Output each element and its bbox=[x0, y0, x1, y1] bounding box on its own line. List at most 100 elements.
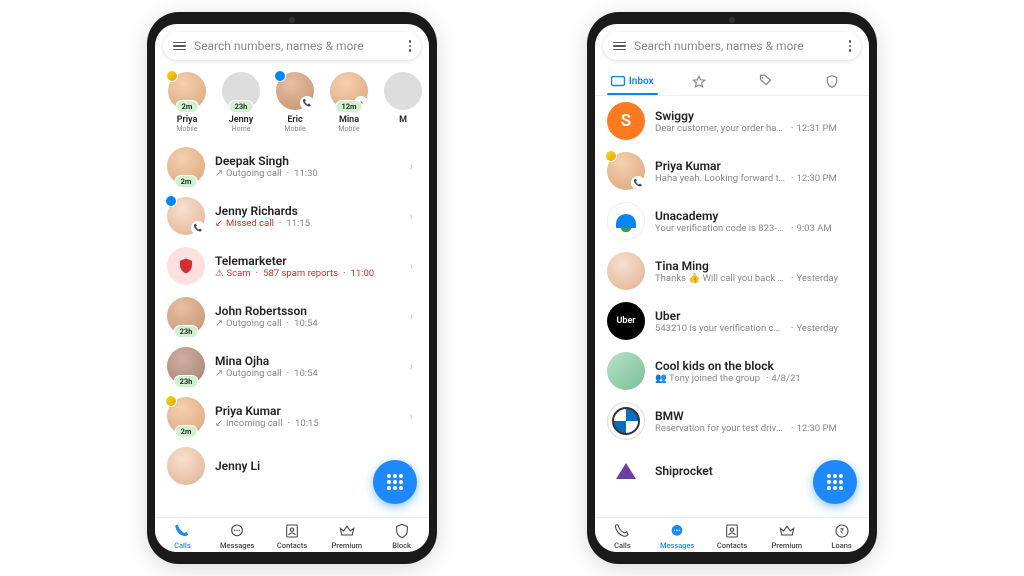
tab-inbox[interactable]: Inbox bbox=[599, 68, 666, 95]
menu-icon[interactable] bbox=[173, 42, 186, 51]
contact-name: Mina bbox=[339, 115, 359, 125]
bottom-navigation: CallsMessagesContacts Premium ₹ Loans bbox=[595, 517, 869, 552]
contact-subtitle: Home bbox=[232, 125, 251, 133]
chevron-right-icon[interactable]: › bbox=[406, 356, 417, 377]
message-preview: 543210 is your verification co... bbox=[655, 323, 785, 334]
call-log-row[interactable]: 📞Jenny Richards↙Missed call11:15› bbox=[155, 191, 429, 241]
nav-item-calls[interactable]: Calls bbox=[155, 522, 210, 550]
nav-item-block[interactable]: Block bbox=[374, 522, 429, 550]
search-input[interactable]: Search numbers, names & more bbox=[194, 39, 401, 53]
chevron-right-icon[interactable]: › bbox=[406, 306, 417, 327]
tab-starred[interactable] bbox=[666, 68, 733, 95]
call-detail: ↙Incoming call10:15 bbox=[215, 418, 396, 429]
verified-badge-icon bbox=[166, 70, 178, 82]
contact-icon bbox=[723, 522, 741, 540]
dialpad-icon bbox=[827, 474, 843, 490]
message-time: 12:31 PM bbox=[788, 123, 837, 134]
avatar bbox=[607, 252, 645, 290]
time-badge: 12m bbox=[335, 100, 362, 113]
call-log-row[interactable]: 2m Priya Kumar↙Incoming call10:15 › bbox=[155, 391, 429, 441]
avatar bbox=[607, 452, 645, 490]
nav-item-messages[interactable]: Messages bbox=[210, 522, 265, 550]
overflow-menu-icon[interactable] bbox=[409, 40, 412, 52]
dialpad-fab[interactable] bbox=[373, 460, 417, 504]
message-list[interactable]: SSwiggyDear customer, your order has...1… bbox=[595, 96, 869, 517]
message-preview: Reservation for your test drive... bbox=[655, 423, 785, 434]
sender-name: Unacademy bbox=[655, 209, 857, 223]
call-detail: ↙Missed call11:15 bbox=[215, 218, 396, 229]
menu-icon[interactable] bbox=[613, 42, 626, 51]
call-log-row[interactable]: 23hJohn Robertsson↗Outgoing call10:54› bbox=[155, 291, 429, 341]
time-badge: 2m bbox=[176, 100, 199, 113]
message-time: 9:03 AM bbox=[788, 223, 832, 234]
contact-icon bbox=[283, 522, 301, 540]
nav-item-premium[interactable]: Premium bbox=[319, 522, 374, 550]
search-bar[interactable]: Search numbers, names & more bbox=[603, 32, 861, 60]
search-bar[interactable]: Search numbers, names & more bbox=[163, 32, 421, 60]
message-row[interactable]: 📞Priya KumarHaha yeah. Looking forward t… bbox=[595, 146, 869, 196]
svg-text:₹: ₹ bbox=[840, 527, 844, 536]
contact-name: Eric bbox=[287, 115, 302, 125]
contact-subtitle: Mobile bbox=[338, 125, 359, 133]
nav-label: Loans bbox=[831, 541, 851, 550]
star-icon bbox=[692, 75, 706, 89]
call-log-row[interactable]: 23hMina Ojha↗Outgoing call10:54› bbox=[155, 341, 429, 391]
sender-name: Uber bbox=[655, 309, 857, 323]
contact-name: Priya Kumar bbox=[215, 404, 396, 418]
tab-offers[interactable] bbox=[732, 68, 799, 95]
shield-icon bbox=[825, 74, 839, 89]
call-log-row[interactable]: 2mDeepak Singh↗Outgoing call11:30› bbox=[155, 141, 429, 191]
message-row[interactable]: UberUber543210 is your verification co..… bbox=[595, 296, 869, 346]
message-row[interactable]: UnacademyYour verification code is 823-2… bbox=[595, 196, 869, 246]
call-status-icon: 📞 bbox=[631, 176, 645, 190]
nav-item-premium[interactable]: Premium bbox=[759, 522, 814, 550]
bottom-navigation: CallsMessages Contacts PremiumBlock bbox=[155, 517, 429, 552]
message-icon bbox=[668, 522, 686, 540]
message-row[interactable]: Tina MingThanks 👍 Will call you back s..… bbox=[595, 246, 869, 296]
verified-badge-icon bbox=[274, 70, 286, 82]
avatar bbox=[167, 447, 205, 485]
message-row[interactable]: Cool kids on the block👥 Tony joined the … bbox=[595, 346, 869, 396]
nav-item-messages[interactable]: Messages bbox=[650, 522, 705, 550]
contact-name: Jenny bbox=[229, 115, 253, 125]
message-row[interactable]: BMWReservation for your test drive...12:… bbox=[595, 396, 869, 446]
frequent-contact[interactable]: 📞EricMobile bbox=[273, 72, 317, 133]
phone-calls-screen: Search numbers, names & more 2mPriyaMobi… bbox=[147, 12, 437, 564]
overflow-menu-icon[interactable] bbox=[849, 40, 852, 52]
tab-spam[interactable] bbox=[799, 68, 866, 95]
chevron-right-icon[interactable]: › bbox=[406, 256, 417, 277]
frequent-contact[interactable]: M bbox=[381, 72, 425, 133]
chevron-right-icon[interactable]: › bbox=[406, 206, 417, 227]
frequent-contact[interactable]: ●12mMinaMobile bbox=[327, 72, 371, 133]
contact-name: John Robertsson bbox=[215, 304, 396, 318]
nav-item-loans[interactable]: ₹ Loans bbox=[814, 522, 869, 550]
nav-item-calls[interactable]: Calls bbox=[595, 522, 650, 550]
search-input[interactable]: Search numbers, names & more bbox=[634, 39, 841, 53]
frequent-contacts-row[interactable]: 2mPriyaMobile23hJennyHome📞EricMobile●12m… bbox=[155, 68, 429, 141]
frequent-contact[interactable]: 2mPriyaMobile bbox=[165, 72, 209, 133]
time-badge: 2m bbox=[175, 425, 198, 438]
compose-fab[interactable] bbox=[813, 460, 857, 504]
message-preview: Dear customer, your order has... bbox=[655, 123, 785, 134]
chevron-right-icon[interactable]: › bbox=[406, 406, 417, 427]
message-tabs: Inbox bbox=[595, 68, 869, 96]
nav-item-contacts[interactable]: Contacts bbox=[265, 522, 320, 550]
call-detail: ↗Outgoing call11:30 bbox=[215, 168, 396, 179]
message-preview: Your verification code is 823-21... bbox=[655, 223, 785, 234]
contact-name: Mina Ojha bbox=[215, 354, 396, 368]
nav-label: Contacts bbox=[277, 541, 307, 550]
message-time: Yesterday bbox=[788, 273, 838, 284]
phone-icon bbox=[173, 522, 191, 540]
avatar bbox=[607, 402, 645, 440]
message-time: 12:30 PM bbox=[788, 423, 837, 434]
call-log-row[interactable]: Telemarketer⚠Scam587 spam reports11:00› bbox=[155, 241, 429, 291]
phone-icon bbox=[613, 522, 631, 540]
message-row[interactable]: SSwiggyDear customer, your order has...1… bbox=[595, 96, 869, 146]
nav-label: Premium bbox=[772, 541, 803, 550]
avatar bbox=[607, 352, 645, 390]
nav-item-contacts[interactable]: Contacts bbox=[705, 522, 760, 550]
chevron-right-icon[interactable]: › bbox=[406, 156, 417, 177]
message-time: Yesterday bbox=[788, 323, 838, 334]
frequent-contact[interactable]: 23hJennyHome bbox=[219, 72, 263, 133]
camera-notch bbox=[729, 17, 735, 23]
